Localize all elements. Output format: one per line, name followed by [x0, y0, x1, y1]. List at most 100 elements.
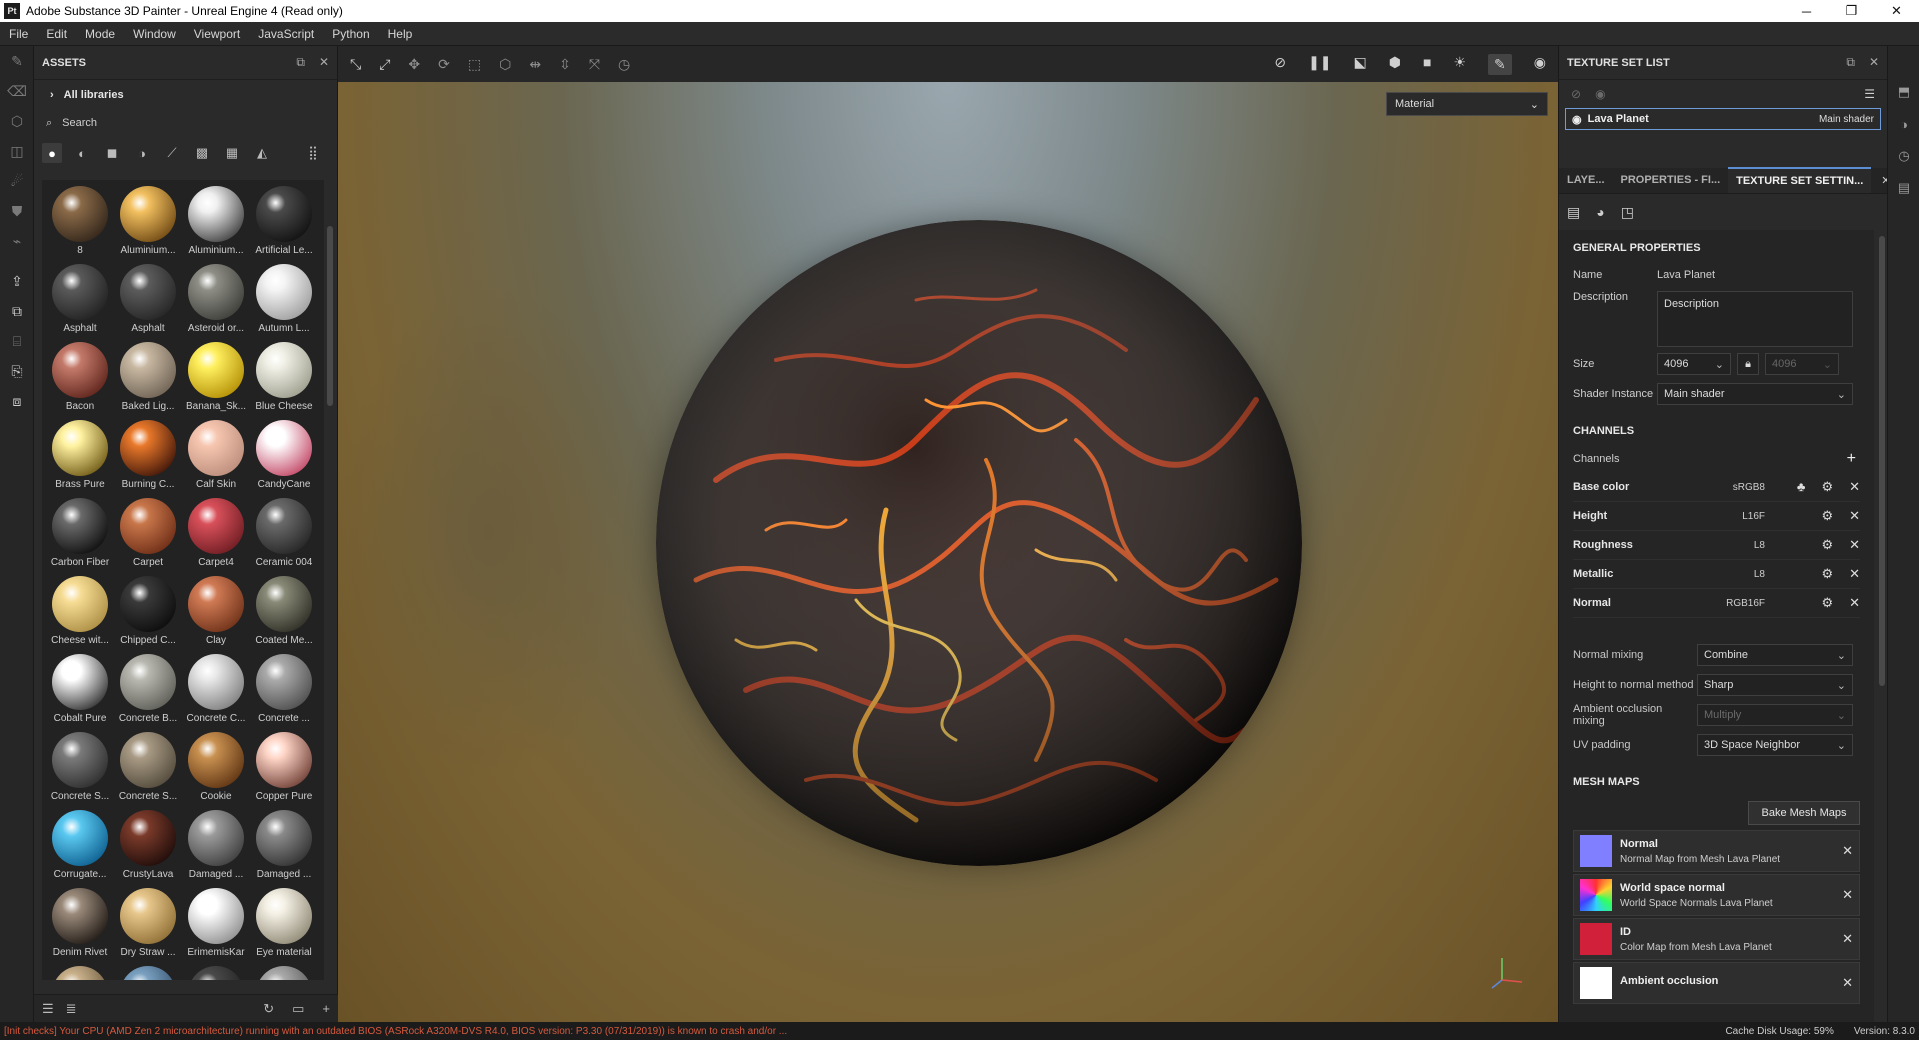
mesh-map-swatch[interactable] [1580, 835, 1612, 867]
color-picker-icon[interactable]: ⌁ [0, 226, 34, 256]
maximize-button[interactable]: ❐ [1829, 0, 1874, 22]
asset-thumbnail[interactable]: Corrugate... [46, 804, 114, 882]
menu-javascript[interactable]: JavaScript [249, 27, 323, 41]
asset-thumbnail[interactable]: Burning C... [114, 414, 182, 492]
asset-thumbnail[interactable]: Asteroid or... [182, 258, 250, 336]
menu-python[interactable]: Python [323, 27, 378, 41]
mirror-z-icon[interactable]: ⤧ [589, 56, 600, 73]
channel-settings-icon[interactable]: ⚙ [1821, 595, 1833, 611]
mixing-select[interactable]: Sharp ⌄ [1697, 674, 1853, 696]
asset-thumbnail[interactable]: Damaged ... [182, 804, 250, 882]
asset-thumbnail[interactable] [182, 960, 250, 980]
texture-set-list-icon[interactable]: ⬒ [1888, 76, 1919, 108]
menu-mode[interactable]: Mode [76, 27, 124, 41]
history-icon[interactable]: ◷ [618, 56, 630, 73]
asset-thumbnail[interactable]: Carpet [114, 492, 182, 570]
remove-mesh-map-icon[interactable]: ✕ [1842, 887, 1853, 903]
view-2d-icon[interactable]: ⬕ [1354, 54, 1367, 75]
tab-texture-set-settings[interactable]: TEXTURE SET SETTIN... [1728, 167, 1872, 193]
menu-viewport[interactable]: Viewport [185, 27, 249, 41]
asset-thumbnail[interactable]: Carpet4 [182, 492, 250, 570]
channel-format[interactable]: L8 [1723, 540, 1765, 551]
viewport-mode-select[interactable]: Material ⌄ [1386, 92, 1548, 116]
asset-thumbnail[interactable]: CandyCane [250, 414, 318, 492]
screenshot-icon[interactable]: ◉ [1534, 54, 1546, 75]
name-value[interactable]: Lava Planet [1657, 269, 1715, 281]
add-channel-button[interactable]: + [1847, 450, 1856, 468]
asset-thumbnail[interactable]: Bacon [46, 336, 114, 414]
asset-thumbnail[interactable]: Cobalt Pure [46, 648, 114, 726]
all-libraries-breadcrumb[interactable]: › All libraries [34, 80, 337, 110]
asset-thumbnail[interactable] [46, 960, 114, 980]
asset-thumbnail[interactable]: Concrete S... [114, 726, 182, 804]
asset-thumbnail[interactable]: Cookie [182, 726, 250, 804]
geometry-fill-icon[interactable]: ◫ [0, 136, 34, 166]
color-profile-icon[interactable]: ♣ [1797, 479, 1806, 495]
asset-thumbnail[interactable] [114, 960, 182, 980]
lock-icon[interactable]: 🔒︎ [1737, 353, 1759, 375]
remove-channel-icon[interactable]: ✕ [1849, 595, 1860, 611]
asset-thumbnail[interactable]: Ceramic 004 [250, 492, 318, 570]
asset-thumbnail[interactable]: Clay [182, 570, 250, 648]
close-panel-icon[interactable]: ✕ [319, 55, 329, 70]
eye-icon[interactable]: ◉ [1572, 113, 1582, 126]
mirror-x-icon[interactable]: ⇹ [529, 56, 541, 73]
refresh-icon[interactable]: ↻ [263, 1001, 274, 1017]
asset-thumbnail[interactable]: Asphalt [46, 258, 114, 336]
asset-thumbnail[interactable]: Eye material [250, 882, 318, 960]
uv-icon[interactable]: ◳ [1621, 204, 1634, 221]
textures-filter-icon[interactable]: ▩ [192, 143, 212, 163]
move-icon[interactable]: ✥ [408, 56, 420, 73]
folder-icon[interactable]: ▭ [292, 1001, 304, 1017]
camera-icon[interactable]: ■ [1423, 54, 1431, 75]
view-3d-icon[interactable]: ⬢ [1389, 54, 1401, 75]
sort-icon[interactable]: ≣ [66, 1001, 77, 1017]
bake-mesh-maps-button[interactable]: Bake Mesh Maps [1748, 801, 1860, 825]
transform-icon[interactable]: ⤡ [350, 56, 361, 73]
float-panel-icon[interactable]: ⧉ [296, 55, 305, 70]
search-input[interactable]: Search [62, 117, 97, 129]
mesh-map-row[interactable]: ID Color Map from Mesh Lava Planet ✕ [1573, 918, 1860, 960]
mesh-map-row[interactable]: Normal Normal Map from Mesh Lava Planet ✕ [1573, 830, 1860, 872]
environments-filter-icon[interactable]: ◭ [252, 143, 272, 163]
masks-filter-icon[interactable]: ◼ [102, 143, 122, 163]
texture-set-icon[interactable]: ▤ [1567, 204, 1580, 221]
channel-row[interactable]: Roughness L8 ⚙ ✕ [1573, 531, 1860, 560]
asset-thumbnail[interactable]: Asphalt [114, 258, 182, 336]
menu-icon[interactable]: ☰ [1864, 87, 1875, 101]
mirror-y-icon[interactable]: ⇳ [559, 56, 571, 73]
visibility-icon[interactable]: ◉ [1595, 87, 1605, 101]
asset-thumbnail[interactable]: Coated Me... [250, 570, 318, 648]
transform-options-icon[interactable]: ⤢ [379, 56, 390, 73]
asset-thumbnail[interactable]: Dry Straw ... [114, 882, 182, 960]
smart-materials-filter-icon[interactable]: ◐ [72, 143, 92, 163]
menu-edit[interactable]: Edit [37, 27, 76, 41]
mesh-map-row[interactable]: World space normal World Space Normals La… [1573, 874, 1860, 916]
minimize-button[interactable]: ─ [1784, 0, 1829, 22]
asset-thumbnail[interactable]: Aluminium... [182, 180, 250, 258]
mixing-select[interactable]: Combine ⌄ [1697, 644, 1853, 666]
clone-stamp-icon[interactable]: ⛊ [0, 196, 34, 226]
brushes-filter-icon[interactable]: ⟋ [162, 143, 182, 163]
channel-row[interactable]: Base color sRGB8 ♣ ⚙ ✕ [1573, 473, 1860, 502]
materials-filter-icon[interactable]: ● [42, 143, 62, 163]
assets-scrollbar[interactable] [327, 226, 333, 406]
material-sphere-icon[interactable]: ◕ [1596, 204, 1604, 220]
channel-row[interactable]: Height L16F ⚙ ✕ [1573, 502, 1860, 531]
channel-format[interactable]: L16F [1723, 511, 1765, 522]
mixing-select[interactable]: 3D Space Neighbor ⌄ [1697, 734, 1853, 756]
init-check-warning[interactable]: [Init checks] Your CPU (AMD Zen 2 microa… [4, 1026, 787, 1037]
channel-row[interactable]: Metallic L8 ⚙ ✕ [1573, 560, 1860, 589]
remove-channel-icon[interactable]: ✕ [1849, 479, 1860, 495]
asset-thumbnail[interactable]: Denim Rivet [46, 882, 114, 960]
asset-thumbnail[interactable]: CrustyLava [114, 804, 182, 882]
scale-icon[interactable]: ⬚ [468, 56, 481, 73]
menu-file[interactable]: File [0, 27, 37, 41]
asset-thumbnail[interactable]: 8 [46, 180, 114, 258]
asset-thumbnail[interactable]: Calf Skin [182, 414, 250, 492]
script-icon[interactable]: ⎘ [0, 356, 34, 386]
channel-format[interactable]: sRGB8 [1723, 482, 1765, 493]
lighting-icon[interactable]: ☀ [1453, 54, 1466, 75]
remove-mesh-map-icon[interactable]: ✕ [1842, 843, 1853, 859]
3d-viewport[interactable]: Material ⌄ [338, 82, 1558, 1022]
